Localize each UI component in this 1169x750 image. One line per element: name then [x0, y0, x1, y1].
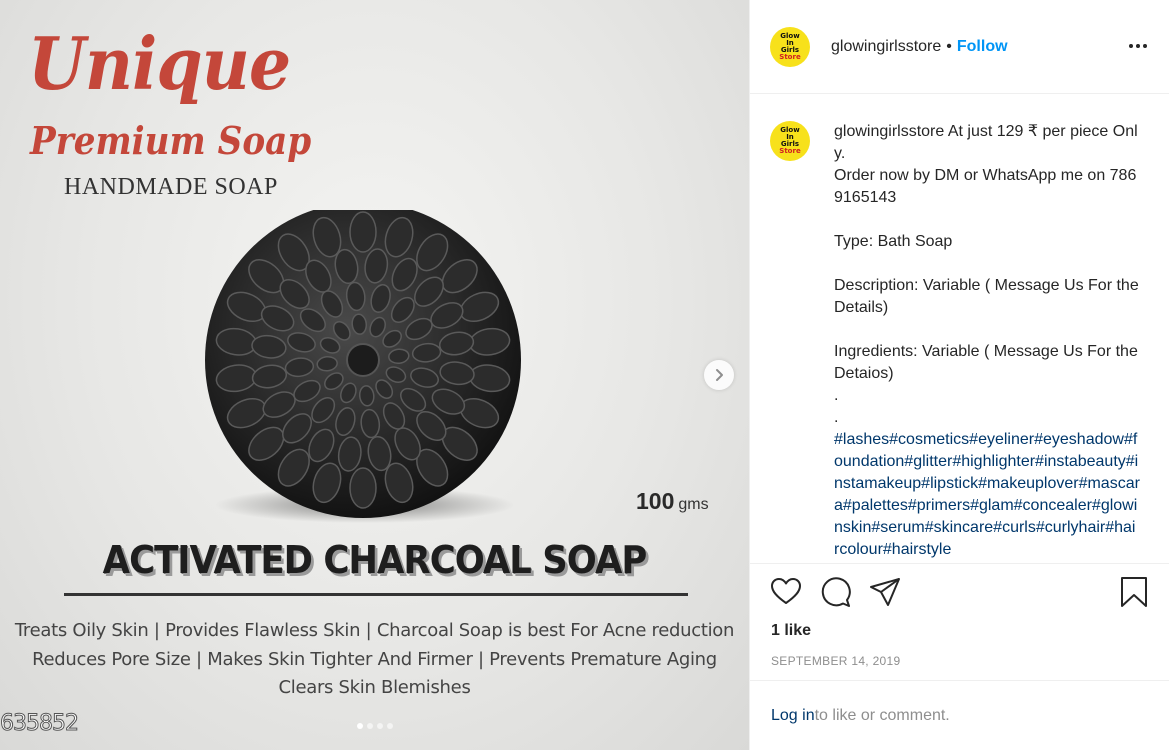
carousel-indicator [0, 723, 749, 729]
weight-label: 100 gms [636, 490, 709, 513]
post-actions: 1 like SEPTEMBER 14, 2019 Log in to like… [750, 563, 1169, 750]
caption-text: glowingirlsstore At just 129 ₹ per piece… [834, 121, 1140, 558]
avatar-text-4: Store [779, 147, 801, 155]
share-icon[interactable] [869, 576, 901, 608]
avatar[interactable]: Glow In Girls Store [770, 26, 810, 67]
comment-icon[interactable] [820, 576, 852, 608]
post-header: Glow In Girls Store glowingirlsstore • F… [750, 0, 1169, 94]
chevron-right-icon [716, 369, 723, 381]
bookmark-icon[interactable] [1118, 576, 1150, 608]
brand-title: Unique [28, 21, 291, 106]
product-headline: ACTIVATED CHARCOAL SOAP [102, 538, 648, 582]
header-separator: • [946, 37, 952, 55]
carousel-dot [356, 723, 363, 729]
header-username[interactable]: glowingirlsstore [831, 38, 941, 56]
weight-value: 100 [636, 488, 675, 514]
more-options-icon[interactable] [1129, 44, 1147, 48]
carousel-dot [366, 723, 373, 729]
caption-username[interactable]: glowingirlsstore [834, 123, 944, 140]
weight-unit: gms [678, 496, 709, 513]
brand-tagline: HANDMADE SOAP [64, 174, 278, 200]
avatar-text-4: Store [779, 52, 801, 61]
caption-hashtags[interactable]: #lashes#cosmetics#eyeliner#eyeshadow#fou… [834, 431, 1140, 558]
caption-avatar[interactable]: Glow In Girls Store [770, 121, 810, 161]
post-sidebar: Glow In Girls Store glowingirlsstore • F… [749, 0, 1169, 750]
likes-count[interactable]: 1 like [771, 622, 811, 640]
login-prompt: Log in to like or comment. [750, 680, 1169, 750]
divider-line [64, 593, 688, 596]
benefits-line-2: Reduces Pore Size | Makes Skin Tighter A… [32, 649, 717, 670]
follow-button[interactable]: Follow [957, 38, 1008, 56]
soap-image [195, 210, 535, 530]
carousel-next-button[interactable] [704, 360, 734, 390]
carousel-dot [376, 723, 383, 729]
login-link[interactable]: Log in [771, 707, 815, 725]
post-date: SEPTEMBER 14, 2019 [771, 654, 901, 668]
carousel-dot [386, 723, 393, 729]
brand-subtitle: Premium Soap [30, 118, 312, 163]
benefits-line-1: Treats Oily Skin | Provides Flawless Ski… [14, 620, 735, 641]
login-prompt-text: to like or comment. [814, 707, 950, 724]
caption-body: At just 129 ₹ per piece Only. Order now … [834, 123, 1139, 426]
heart-icon[interactable] [770, 576, 802, 608]
caption-area[interactable]: Glow In Girls Store glowingirlsstore At … [750, 95, 1169, 558]
post-media[interactable]: Unique Premium Soap HANDMADE SOAP 100 gms [0, 0, 749, 750]
benefits-line-3: Clears Skin Blemishes [278, 677, 471, 698]
action-icons [770, 576, 1150, 612]
